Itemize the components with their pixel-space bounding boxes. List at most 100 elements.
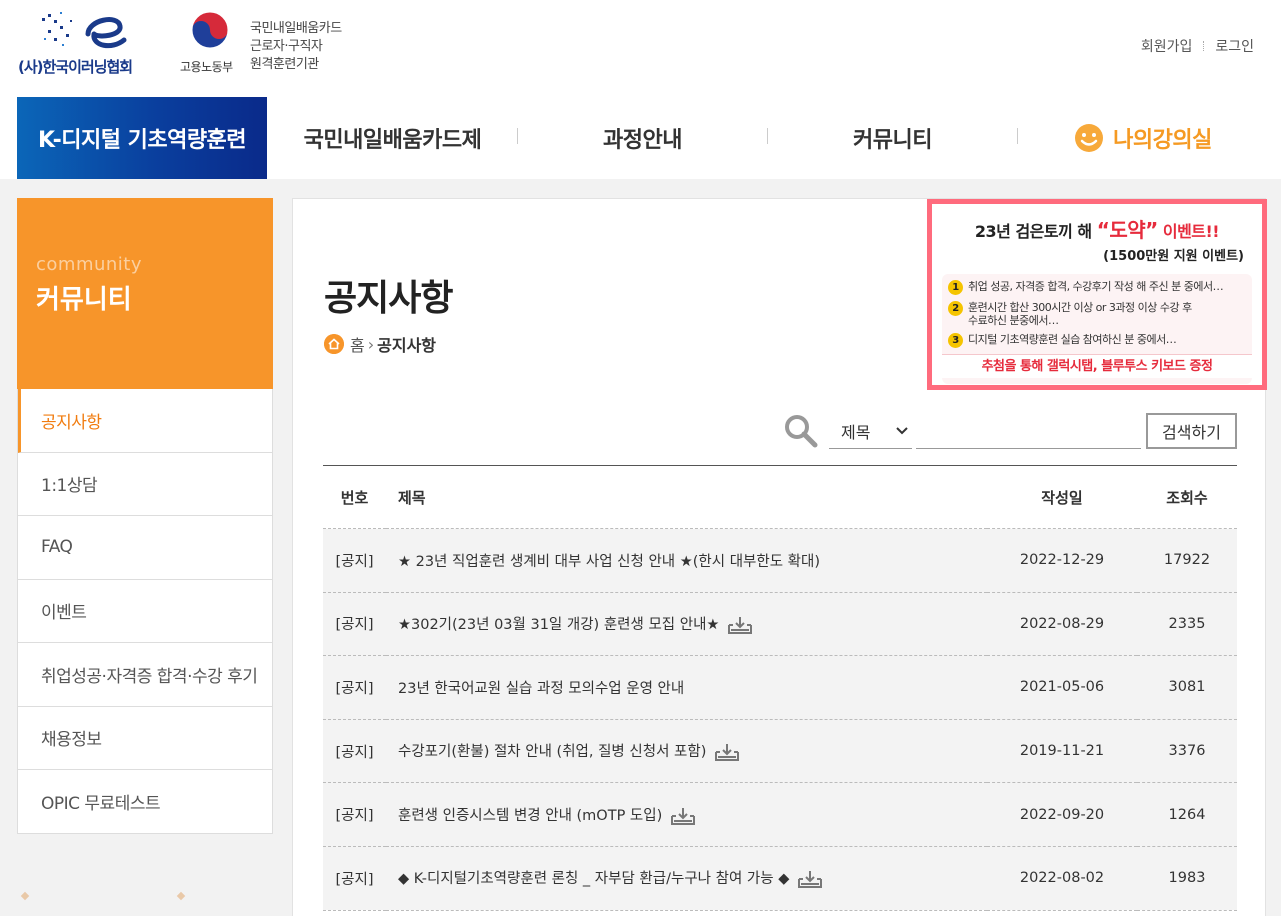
home-icon[interactable] (324, 334, 344, 354)
event-banner-inner: 23년 검은토끼 해 “도약” 이벤트!! (1500만원 지원 이벤트) 1 … (932, 204, 1262, 385)
nav-item-course-info[interactable]: 과정안내 (530, 97, 755, 179)
sidebar-title: 커뮤니티 (36, 285, 132, 315)
sidebar-item-notice[interactable]: 공지사항 (18, 389, 272, 453)
decoration (176, 891, 186, 901)
event-banner[interactable]: 23년 검은토끼 해 “도약” 이벤트!! (1500만원 지원 이벤트) 1 … (927, 199, 1267, 390)
table-header-row: 번호 제목 작성일 조회수 (323, 465, 1237, 529)
breadcrumb-home[interactable]: 홈 (350, 332, 365, 356)
signup-link[interactable]: 회원가입 (1141, 36, 1193, 56)
row-title-link[interactable]: 훈련생 인증시스템 변경 안내 (mOTP 도입) (398, 808, 662, 824)
event-title-post: 이벤트!! (1157, 222, 1220, 241)
main-content: 공지사항 홈 › 공지사항 23년 검은토끼 해 “도약” 이벤트!! (150… (292, 198, 1267, 916)
col-no: 번호 (323, 465, 386, 529)
nav-divider (517, 128, 518, 144)
org-logo[interactable]: (사)한국이러닝협회 (18, 8, 163, 78)
row-title: ◆ K-디지털기초역량훈련 론칭 _ 자부담 환급/누구나 참여 가능 ◆ (386, 846, 987, 911)
event-condition: 3 디지털 기초역량훈련 실습 참여하신 분 중에서… (948, 333, 1246, 348)
search-button[interactable]: 검색하기 (1146, 413, 1237, 449)
row-title-link[interactable]: ◆ K-디지털기초역량훈련 론칭 _ 자부담 환급/누구나 참여 가능 ◆ (398, 871, 789, 887)
k-digital-banner[interactable]: K-디지털 기초역량훈련 (17, 97, 267, 179)
download-icon[interactable] (797, 869, 823, 889)
row-title-link[interactable]: ★ 23년 직업훈련 생계비 대부 사업 신청 안내 ★(한시 대부한도 확대) (398, 554, 820, 570)
table-row[interactable]: [공지] ★ 23년 직업훈련 생계비 대부 사업 신청 안내 ★(한시 대부한도… (323, 528, 1237, 593)
breadcrumb-current: 공지사항 (377, 336, 437, 355)
table-row[interactable]: [공지] ◆ K-디지털기초역량훈련 론칭 _ 자부담 환급/누구나 참여 가능 … (323, 846, 1237, 911)
event-condition-text: 수료하신 분중에서… (968, 314, 1059, 327)
badge-line: 국민내일배움카드 (250, 21, 342, 36)
sidebar-title-en: community (36, 254, 143, 275)
nav-item-community[interactable]: 커뮤니티 (780, 97, 1005, 179)
row-date: 2019-11-21 (987, 719, 1137, 784)
download-icon[interactable] (727, 615, 753, 635)
number-badge-icon: 2 (948, 301, 963, 316)
row-views: 17922 (1137, 528, 1237, 593)
sidebar-item-reviews[interactable]: 취업성공·자격증 합격·수강 후기 (18, 643, 272, 707)
event-subtitle: (1500만원 지원 이벤트) (1103, 249, 1244, 264)
search-field-value: 제목 (841, 422, 871, 442)
sidebar-item-opic[interactable]: OPIC 무료테스트 (18, 770, 272, 834)
row-title: 훈련생 인증시스템 변경 안내 (mOTP 도입) (386, 782, 987, 847)
row-no: [공지] (323, 655, 386, 720)
number-badge-icon: 3 (948, 333, 963, 348)
chevron-down-icon (896, 426, 908, 434)
event-title-emphasis: “도약” (1096, 218, 1159, 242)
row-no: [공지] (323, 782, 386, 847)
row-views: 1264 (1137, 782, 1237, 847)
col-title: 제목 (386, 465, 987, 529)
ministry-name: 고용노동부 (180, 60, 233, 74)
badge-line: 원격훈련기관 (250, 57, 319, 72)
event-title-pre: 23년 검은토끼 해 (974, 222, 1097, 241)
table-row[interactable]: [공지] 수강포기(환불) 절차 안내 (취업, 질병 신청서 포함) 2019-1… (323, 719, 1237, 784)
event-condition-text: 디지털 기초역량훈련 실습 참여하신 분 중에서… (968, 333, 1177, 346)
sidebar-item-faq[interactable]: FAQ (18, 516, 272, 580)
row-date: 2022-09-20 (987, 782, 1137, 847)
sidebar-item-consult[interactable]: 1:1상담 (18, 453, 272, 516)
event-title: 23년 검은토끼 해 “도약” 이벤트!! (942, 214, 1252, 243)
search-input[interactable] (916, 413, 1141, 449)
login-link[interactable]: 로그인 (1215, 36, 1254, 56)
row-title-link[interactable]: 23년 한국어교원 실습 과정 모의수업 운영 안내 (398, 681, 684, 697)
row-title: ★ 23년 직업훈련 생계비 대부 사업 신청 안내 ★(한시 대부한도 확대) (386, 528, 987, 593)
nav-item-label: 나의강의실 (1113, 128, 1212, 153)
nav-item-card-system[interactable]: 국민내일배움카드제 (280, 97, 505, 179)
row-no: [공지] (323, 528, 386, 593)
divider (1203, 41, 1205, 51)
smiley-icon (1075, 124, 1104, 152)
event-conditions: 1 취업 성공, 자격증 합격, 수강후기 작성 해 주신 분 중에서… 2 훈… (942, 274, 1252, 384)
row-date: 2022-12-29 (987, 528, 1137, 593)
row-date: 2021-05-06 (987, 655, 1137, 720)
row-date: 2022-08-02 (987, 846, 1137, 911)
event-condition-text: 취업 성공, 자격증 합격, 수강후기 작성 해 주신 분 중에서… (968, 280, 1224, 293)
breadcrumb: 홈 › 공지사항 (324, 332, 436, 356)
table-row[interactable]: [공지] 훈련생 인증시스템 변경 안내 (mOTP 도입) 2022-09-20 1… (323, 782, 1237, 847)
row-title: 23년 한국어교원 실습 과정 모의수업 운영 안내 (386, 655, 987, 720)
row-title-link[interactable]: 수강포기(환불) 절차 안내 (취업, 질병 신청서 포함) (398, 744, 706, 760)
nav-divider (767, 128, 768, 144)
row-title: ★302기(23년 03월 31일 개강) 훈련생 모집 안내★ (386, 592, 987, 657)
row-no: [공지] (323, 846, 386, 911)
user-links: 회원가입 로그인 (1141, 36, 1254, 56)
sidebar-header: community 커뮤니티 (17, 198, 273, 389)
row-title-link[interactable]: ★302기(23년 03월 31일 개강) 훈련생 모집 안내★ (398, 617, 719, 633)
row-no: [공지] (323, 719, 386, 784)
notice-table: 번호 제목 작성일 조회수 [공지] ★ 23년 직업훈련 생계비 대부 사업 신… (323, 465, 1237, 911)
event-prize: 추첨을 통해 갤럭시탭, 블루투스 키보드 증정 (942, 354, 1252, 378)
search-field-select[interactable]: 제목 (829, 413, 912, 449)
global-nav: K-디지털 기초역량훈련 국민내일배움카드제 과정안내 커뮤니티 나의강의실 (0, 97, 1281, 179)
event-condition: 2 훈련시간 합산 300시간 이상 or 3과정 이상 수강 후 수료하신 분중… (948, 301, 1246, 327)
nav-item-my-classroom[interactable]: 나의강의실 (1030, 97, 1255, 179)
col-views: 조회수 (1137, 465, 1237, 529)
col-date: 작성일 (987, 465, 1137, 529)
download-icon[interactable] (670, 806, 696, 826)
table-row[interactable]: [공지] 23년 한국어교원 실습 과정 모의수업 운영 안내 2021-05-06… (323, 655, 1237, 720)
chevron-right-icon: › (367, 334, 375, 354)
sidebar-item-event[interactable]: 이벤트 (18, 580, 272, 643)
event-condition: 1 취업 성공, 자격증 합격, 수강후기 작성 해 주신 분 중에서… (948, 280, 1246, 295)
download-icon[interactable] (714, 742, 740, 762)
sidebar-item-jobs[interactable]: 채용정보 (18, 707, 272, 770)
badge-line: 근로자·구직자 (250, 39, 323, 54)
table-row[interactable]: [공지] ★302기(23년 03월 31일 개강) 훈련생 모집 안내★ 2022… (323, 592, 1237, 657)
row-views: 1983 (1137, 846, 1237, 911)
taegeuk-seal-icon (191, 11, 229, 49)
training-badge-text: 국민내일배움카드 근로자·구직자 원격훈련기관 (250, 20, 342, 74)
